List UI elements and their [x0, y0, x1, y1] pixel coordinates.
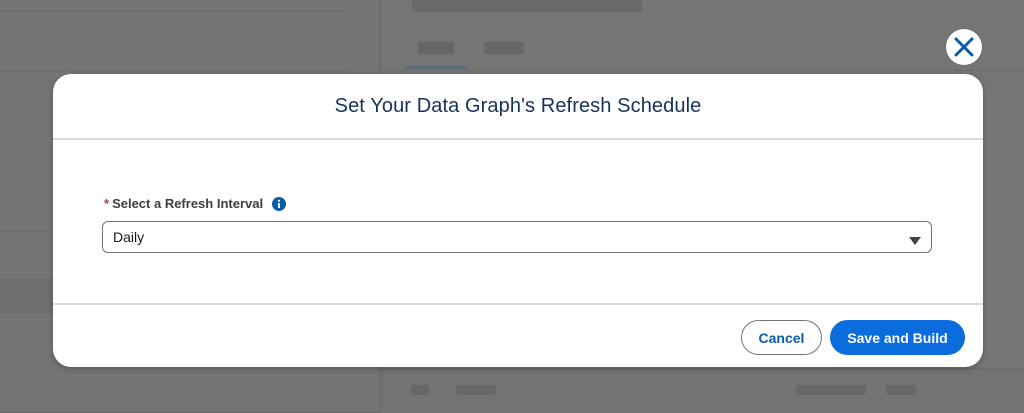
- background-divider: [381, 70, 1024, 71]
- close-button[interactable]: [946, 29, 982, 65]
- background-tab: [484, 42, 524, 54]
- background-title: [412, 0, 642, 12]
- modal-footer: Cancel Save and Build: [53, 305, 983, 367]
- background-tab: [418, 42, 454, 54]
- refresh-interval-select[interactable]: Daily: [102, 221, 932, 253]
- modal-header: Set Your Data Graph's Refresh Schedule: [53, 74, 983, 140]
- cancel-button[interactable]: Cancel: [741, 320, 822, 355]
- background-tab-indicator: [404, 66, 468, 69]
- background-footer: [381, 368, 1024, 413]
- required-marker: *: [104, 196, 110, 211]
- close-icon: [953, 36, 975, 58]
- save-and-build-button[interactable]: Save and Build: [830, 320, 965, 355]
- modal-body: * Select a Refresh Interval Daily: [53, 140, 983, 305]
- refresh-schedule-modal: Set Your Data Graph's Refresh Schedule *…: [53, 74, 983, 367]
- info-icon[interactable]: [272, 196, 287, 211]
- refresh-interval-label: * Select a Refresh Interval: [104, 196, 287, 211]
- refresh-interval-label-text: Select a Refresh Interval: [112, 196, 264, 211]
- chevron-down-icon: [909, 233, 921, 249]
- refresh-interval-value: Daily: [113, 229, 145, 245]
- modal-title: Set Your Data Graph's Refresh Schedule: [334, 94, 702, 117]
